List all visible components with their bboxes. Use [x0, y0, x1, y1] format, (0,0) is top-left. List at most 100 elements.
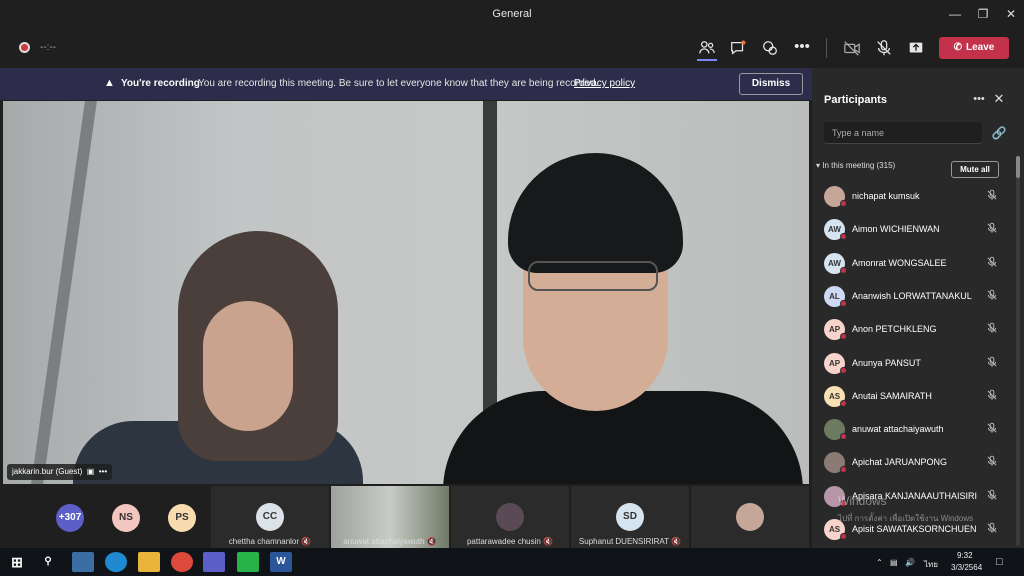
- share-content-button[interactable]: [904, 36, 928, 60]
- line-app-icon[interactable]: [237, 552, 259, 572]
- participant-row[interactable]: AL Ananwish LORWATTANAKUL: [812, 282, 1012, 312]
- leave-button[interactable]: ✆ Leave: [939, 37, 1009, 59]
- presence-status-icon: [840, 299, 847, 307]
- participant-photo: [736, 503, 764, 531]
- mic-off-icon[interactable]: [986, 522, 1000, 536]
- mute-all-button[interactable]: Mute all: [951, 161, 999, 178]
- speaker-name-tag[interactable]: jakkarin.bur (Guest) ▣ •••: [7, 464, 113, 480]
- mic-off-icon: 🔇: [671, 537, 682, 546]
- panel-close-button[interactable]: ✕: [990, 90, 1008, 108]
- tray-chevron-icon[interactable]: ⌃: [876, 558, 883, 567]
- more-actions-button[interactable]: •••: [790, 36, 814, 60]
- participant-name: nichapat kumsuk: [852, 191, 920, 201]
- mic-off-icon[interactable]: [986, 422, 1000, 436]
- file-explorer-icon[interactable]: [138, 552, 160, 572]
- mic-off-icon: 🔇: [543, 537, 554, 546]
- mic-off-icon: 🔇: [301, 537, 312, 546]
- participant-name: Amonrat WONGSALEE: [852, 257, 947, 268]
- mic-off-icon[interactable]: [986, 489, 1000, 503]
- presence-status-icon: [840, 233, 847, 241]
- participant-search-input[interactable]: Type a name: [824, 122, 982, 144]
- recording-banner: ▲ You're recording You are recording thi…: [0, 68, 812, 100]
- mic-off-icon[interactable]: [986, 256, 1000, 270]
- meeting-toolbar: --:-- ••• ✆ Leave: [0, 28, 1024, 68]
- participant-tile-name: anuwat attachaiyawuth 🔇: [343, 537, 437, 546]
- edge-browser-icon[interactable]: [105, 552, 127, 572]
- mic-off-icon[interactable]: [986, 389, 1000, 403]
- participant-tile-name: chettha chamnanlor 🔇: [228, 537, 312, 546]
- participant-row[interactable]: nichapat kumsuk: [812, 182, 1012, 212]
- presence-status-icon: [840, 366, 847, 374]
- presence-status-icon: [840, 533, 847, 540]
- mic-off-icon[interactable]: [986, 455, 1000, 469]
- warning-icon: ▲: [104, 77, 115, 89]
- active-tab-indicator: [697, 59, 717, 61]
- reactions-button[interactable]: [758, 36, 782, 60]
- minimize-button[interactable]: —: [941, 4, 969, 24]
- meeting-timer: --:--: [40, 42, 57, 53]
- panel-more-options-button[interactable]: •••: [970, 90, 988, 108]
- chrome-browser-icon[interactable]: [171, 552, 193, 572]
- camera-toggle-button[interactable]: [840, 36, 864, 60]
- mic-off-icon[interactable]: [986, 189, 1000, 203]
- dismiss-button[interactable]: Dismiss: [739, 73, 803, 95]
- maximize-button[interactable]: ❐: [969, 4, 997, 24]
- clock-date[interactable]: 3/3/2564: [951, 563, 982, 572]
- participant-tile[interactable]: pattarawadee chusin 🔇: [451, 486, 569, 548]
- participant-tile[interactable]: CC chettha chamnanlor 🔇: [211, 486, 329, 548]
- participant-name: Anutai SAMAIRATH: [852, 390, 932, 401]
- privacy-policy-link[interactable]: Privacy policy: [574, 78, 635, 89]
- activate-windows-watermark-sub: ไปที่ การตั้งค่า เพื่อเปิดใช้งาน Windows: [838, 514, 974, 523]
- windows-start-icon[interactable]: ⊞: [6, 552, 28, 572]
- mic-off-icon[interactable]: [986, 356, 1000, 370]
- camera-off-icon: [844, 41, 860, 56]
- participant-tile[interactable]: SD Suphanut DUENSIRIRAT 🔇: [571, 486, 689, 548]
- input-language[interactable]: ไทย: [924, 558, 938, 571]
- participant-avatar[interactable]: PS: [168, 504, 196, 532]
- participant-row[interactable]: AW Aimon WICHIENWAN: [812, 215, 1012, 245]
- presence-status-icon: [840, 399, 847, 407]
- participant-name: anuwat attachaiyawuth: [852, 424, 944, 435]
- panel-scrollbar[interactable]: [1016, 156, 1020, 546]
- participant-row[interactable]: AP Anunya PANSUT: [812, 349, 1012, 379]
- participant-tile[interactable]: [691, 486, 809, 548]
- task-view-icon[interactable]: [72, 552, 94, 572]
- clock-time[interactable]: 9:32: [957, 551, 973, 560]
- participants-panel: Participants ••• ✕ Type a name 🔗 ▾ In th…: [812, 68, 1024, 548]
- participant-row[interactable]: Apichat JARUANPONG: [812, 448, 1012, 478]
- participant-row[interactable]: anuwat attachaiyawuth: [812, 415, 1012, 445]
- panel-scroll-thumb[interactable]: [1016, 156, 1020, 178]
- windows-taskbar: ⊞ ⚲ W ⌃ ▤ 🔊 ไทย 9:32 3/3/2564 □: [0, 548, 1024, 576]
- show-conversation-button[interactable]: [726, 36, 750, 60]
- mic-off-icon[interactable]: [986, 289, 1000, 303]
- participant-row[interactable]: AS Anutai SAMAIRATH: [812, 382, 1012, 412]
- overflow-participants-badge[interactable]: +307: [56, 504, 84, 532]
- participant-name: Apisit SAWATAKSORNCHUEN: [852, 524, 977, 534]
- participant-name: Ananwish LORWATTANAKUL: [852, 290, 972, 301]
- window-title: General: [492, 8, 532, 20]
- mic-off-icon[interactable]: [986, 222, 1000, 236]
- participant-row[interactable]: AW Amonrat WONGSALEE: [812, 249, 1012, 279]
- participant-row[interactable]: AP Anon PETCHKLENG: [812, 315, 1012, 345]
- mic-toggle-button[interactable]: [872, 36, 896, 60]
- participant-tile[interactable]: anuwat attachaiyawuth 🔇: [331, 486, 449, 548]
- teams-meeting-window: General — ❐ ✕ --:-- ••• ✆ Leave ▲ You're…: [0, 0, 1024, 576]
- title-bar: General — ❐ ✕: [0, 0, 1024, 28]
- participant-avatar: SD: [616, 503, 644, 531]
- close-window-button[interactable]: ✕: [997, 4, 1024, 24]
- show-participants-button[interactable]: [695, 36, 719, 60]
- volume-icon[interactable]: 🔊: [905, 558, 915, 567]
- share-invite-link-icon[interactable]: 🔗: [990, 124, 1008, 142]
- search-icon[interactable]: ⚲: [37, 552, 59, 572]
- participant-strip: +307 NS PS CC chettha chamnanlor 🔇 anuwa…: [0, 486, 812, 548]
- in-meeting-section-header[interactable]: ▾ In this meeting (315): [816, 161, 895, 170]
- notifications-icon[interactable]: □: [996, 556, 1003, 568]
- participant-avatar[interactable]: NS: [112, 504, 140, 532]
- mic-off-icon[interactable]: [986, 322, 1000, 336]
- participant-avatar: CC: [256, 503, 284, 531]
- video-background-pole: [483, 101, 497, 431]
- teams-app-icon[interactable]: [203, 552, 225, 572]
- participant-tile-name: Suphanut DUENSIRIRAT 🔇: [578, 537, 682, 546]
- word-app-icon[interactable]: W: [270, 552, 292, 572]
- network-icon[interactable]: ▤: [890, 558, 898, 567]
